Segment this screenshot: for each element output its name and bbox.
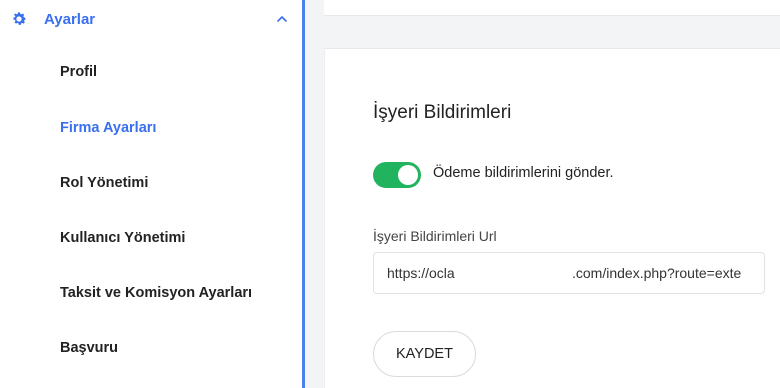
chevron-up-icon[interactable] <box>276 14 288 24</box>
card-title: İşyeri Bildirimleri <box>373 102 512 123</box>
settings-section-title: Ayarlar <box>44 11 96 28</box>
sidebar-item-profil[interactable]: Profil <box>60 64 97 80</box>
payment-notifications-toggle[interactable] <box>373 162 421 188</box>
save-button[interactable]: KAYDET <box>373 331 476 377</box>
toggle-label: Ödeme bildirimlerini gönder. <box>433 165 614 181</box>
url-field-label: İşyeri Bildirimleri Url <box>373 228 497 244</box>
sidebar-item-kullanici-yonetimi[interactable]: Kullanıcı Yönetimi <box>60 230 185 246</box>
toggle-knob <box>398 165 418 185</box>
url-value-end: .com/index.php?route=exte <box>572 265 742 281</box>
sidebar-divider <box>302 0 305 388</box>
sidebar-item-rol-yonetimi[interactable]: Rol Yönetimi <box>60 175 148 191</box>
top-card <box>324 0 780 16</box>
gear-icon <box>13 12 27 25</box>
sidebar-item-taksit-komisyon[interactable]: Taksit ve Komisyon Ayarları <box>60 285 252 301</box>
sidebar-item-basvuru[interactable]: Başvuru <box>60 340 118 356</box>
sidebar: Ayarlar Profil Firma Ayarları Rol Yöneti… <box>0 0 302 388</box>
notification-url-input[interactable]: https://ocla .com/index.php?route=exte <box>373 252 765 294</box>
url-value-start: https://ocla <box>387 265 455 281</box>
sidebar-item-firma-ayarlari[interactable]: Firma Ayarları <box>60 120 156 136</box>
settings-section-header[interactable]: Ayarlar <box>0 0 302 40</box>
